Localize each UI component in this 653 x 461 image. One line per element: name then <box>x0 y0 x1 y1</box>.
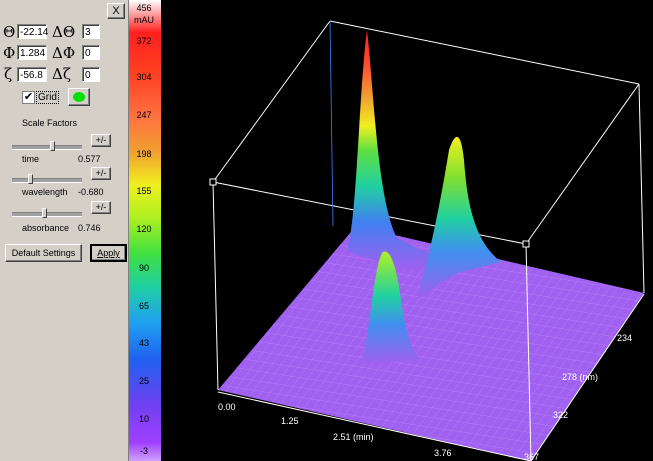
delta-phi-symbol: ΔΦ <box>52 44 76 62</box>
wavelength-slider-thumb[interactable] <box>28 174 33 184</box>
time-tick: 2.51 (min) <box>333 432 374 442</box>
scale-factors-label: Scale Factors <box>22 118 78 128</box>
grid-color-swatch <box>73 92 85 102</box>
wavelength-plusminus-button[interactable]: +/- <box>91 167 111 180</box>
wavelength-tick: 322 <box>553 410 568 420</box>
grid-label: Grid <box>36 91 59 104</box>
colorbar-tick: 90 <box>138 263 149 273</box>
grid-checkbox[interactable]: ✔ <box>22 91 35 104</box>
bounding-box <box>212 20 640 245</box>
time-value: 0.577 <box>78 154 101 164</box>
phi-input[interactable]: 1.284 <box>17 45 47 60</box>
close-button[interactable]: X <box>107 3 125 19</box>
absorbance-slider-thumb[interactable] <box>42 208 47 218</box>
colorbar-tick: 43 <box>138 338 149 348</box>
wavelength-value: -0.680 <box>78 187 104 197</box>
wavelength-slider-track[interactable] <box>12 178 82 183</box>
absorbance-slider-track[interactable] <box>12 212 82 217</box>
colorbar-tick: 120 <box>136 224 152 234</box>
zeta-symbol: ζ <box>4 65 13 83</box>
time-plusminus-button[interactable]: +/- <box>91 134 111 147</box>
time-slider-track[interactable] <box>12 145 82 150</box>
delta-zeta-input[interactable]: 0 <box>82 67 100 82</box>
colorbar-max: 456 <box>136 3 152 13</box>
color-scale-bar: 456 mAU 372 304 247 198 155 120 90 65 43… <box>129 0 161 461</box>
absorbance-plusminus-button[interactable]: +/- <box>91 201 111 214</box>
colorbar-tick: 155 <box>136 186 152 196</box>
colorbar-tick: 10 <box>138 414 149 424</box>
delta-theta-input[interactable]: 3 <box>82 24 100 39</box>
delta-theta-symbol: ΔΘ <box>52 23 76 41</box>
corner-handle[interactable] <box>209 178 217 186</box>
wavelength-tick: 278 (nm) <box>562 372 598 382</box>
time-label: time <box>22 154 40 164</box>
surface-plot-3d[interactable]: 0.00 1.25 2.51 (min) 3.76 234 278 (nm) 3… <box>161 0 653 461</box>
colorbar-unit: mAU <box>134 15 154 25</box>
colorbar-tick: 304 <box>136 72 152 82</box>
colorbar-tick: 65 <box>138 301 149 311</box>
grid-color-button[interactable] <box>68 88 90 106</box>
delta-zeta-symbol: Δζ <box>52 65 71 83</box>
wavelength-tick: 367 <box>524 452 539 461</box>
absorbance-label: absorbance <box>22 223 70 233</box>
bounding-box-front <box>329 20 334 227</box>
time-slider-thumb[interactable] <box>50 141 55 151</box>
wavelength-tick: 234 <box>617 333 632 343</box>
colorbar-tick: 198 <box>136 149 152 159</box>
time-tick: 3.76 <box>434 448 452 458</box>
time-tick: 0.00 <box>218 402 236 412</box>
zeta-input[interactable]: -56.8 <box>17 67 47 82</box>
apply-button[interactable]: Apply <box>90 244 127 262</box>
control-panel: X Θ -22.14 ΔΘ 3 Φ 1.284 ΔΦ 0 ζ -56.8 Δζ … <box>0 0 129 461</box>
delta-phi-input[interactable]: 0 <box>82 45 100 60</box>
theta-input[interactable]: -22.14 <box>17 24 48 39</box>
absorbance-value: 0.746 <box>78 223 101 233</box>
colorbar-tick: 25 <box>138 376 149 386</box>
theta-symbol: Θ <box>3 23 16 41</box>
default-settings-button[interactable]: Default Settings <box>5 244 82 262</box>
wavelength-label: wavelength <box>22 187 68 197</box>
time-tick: 1.25 <box>281 416 299 426</box>
colorbar-tick: -3 <box>139 446 148 456</box>
phi-symbol: Φ <box>3 44 16 62</box>
colorbar-tick: 372 <box>136 36 152 46</box>
colorbar-tick: 247 <box>136 110 152 120</box>
corner-handle[interactable] <box>522 240 530 248</box>
